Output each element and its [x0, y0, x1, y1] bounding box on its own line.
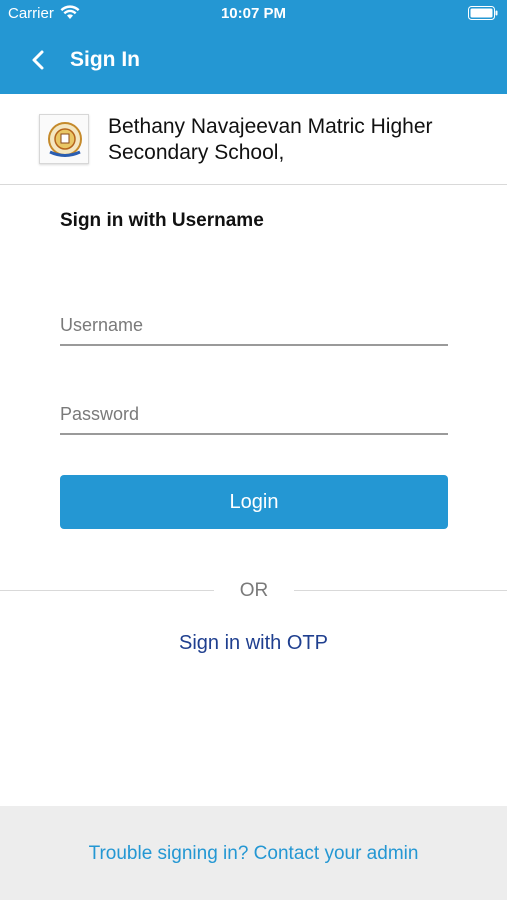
- contact-admin-link[interactable]: Trouble signing in? Contact your admin: [0, 843, 507, 865]
- sign-in-heading: Sign in with Username: [60, 210, 264, 231]
- school-logo: [39, 114, 89, 164]
- page-title: Sign In: [70, 48, 140, 71]
- login-button[interactable]: Login: [60, 475, 448, 529]
- battery-icon: [468, 6, 498, 25]
- divider-right: [294, 590, 507, 591]
- password-input[interactable]: [60, 395, 448, 435]
- footer: Trouble signing in? Contact your admin: [0, 806, 507, 900]
- status-time: 10:07 PM: [220, 5, 287, 22]
- school-header: Bethany Navajeevan Matric Higher Seconda…: [0, 94, 507, 185]
- status-bar: Carrier 10:07 PM: [0, 0, 507, 26]
- back-chevron-icon[interactable]: [28, 49, 50, 71]
- divider-left: [0, 590, 214, 591]
- school-name: Bethany Navajeevan Matric Higher Seconda…: [108, 115, 433, 164]
- or-separator-label: OR: [239, 580, 269, 601]
- sign-in-otp-link[interactable]: Sign in with OTP: [0, 632, 507, 655]
- username-input[interactable]: [60, 306, 448, 346]
- navigation-bar: Sign In: [0, 26, 507, 94]
